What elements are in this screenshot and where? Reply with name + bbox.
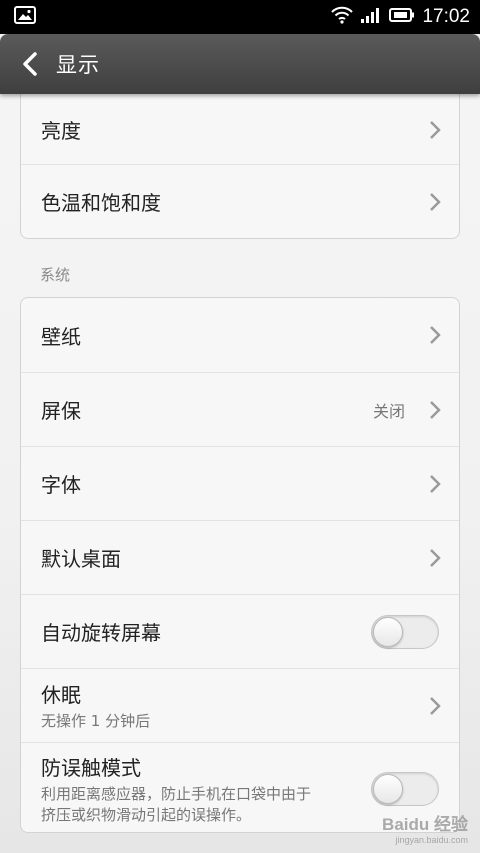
display-group: 亮度 色温和饱和度 <box>20 84 460 239</box>
color-temperature-item[interactable]: 色温和饱和度 <box>21 164 459 238</box>
chevron-right-icon <box>430 474 441 493</box>
status-time: 17:02 <box>422 6 470 27</box>
wifi-icon <box>331 6 354 28</box>
page-title: 显示 <box>56 53 100 77</box>
signal-icon <box>360 6 382 28</box>
brightness-item[interactable]: 亮度 <box>21 85 459 164</box>
pocket-mode-toggle[interactable] <box>371 771 439 806</box>
color-temperature-label: 色温和饱和度 <box>41 191 161 215</box>
back-arrow-icon <box>23 52 37 76</box>
sleep-summary: 无操作 1 分钟后 <box>41 712 151 730</box>
battery-icon <box>389 6 415 28</box>
chevron-right-icon <box>430 696 441 715</box>
brightness-label: 亮度 <box>41 119 81 143</box>
chevron-right-icon <box>430 326 441 344</box>
chevron-right-icon <box>430 192 441 211</box>
font-label: 字体 <box>41 473 81 497</box>
auto-rotate-label: 自动旋转屏幕 <box>41 621 161 645</box>
font-item[interactable]: 字体 <box>21 446 459 520</box>
watermark-url: jingyan.baidu.com <box>395 835 468 845</box>
pocket-mode-desc-line2: 挤压或织物滑动引起的误操作。 <box>41 805 252 824</box>
status-bar: 17:02 <box>0 0 480 34</box>
system-group: 壁纸 屏保 关闭 字体 默认桌面 自动旋转屏幕 休眠 无操作 1 分钟后 防误触… <box>20 297 460 833</box>
toggle-knob <box>373 773 403 804</box>
pocket-mode-desc-line1: 利用距离感应器，防止手机在口袋中由于 <box>41 784 312 803</box>
auto-rotate-toggle[interactable] <box>371 614 439 649</box>
sleep-item[interactable]: 休眠 无操作 1 分钟后 <box>21 668 459 742</box>
wallpaper-label: 壁纸 <box>41 324 81 349</box>
chevron-right-icon <box>430 120 441 139</box>
section-header-system: 系统 <box>40 266 71 284</box>
title-bar: 显示 <box>0 34 480 94</box>
sleep-label: 休眠 <box>41 683 81 707</box>
back-button[interactable] <box>16 50 44 78</box>
chevron-right-icon <box>430 548 441 567</box>
toggle-knob <box>373 616 403 647</box>
wallpaper-item[interactable]: 壁纸 <box>21 298 459 372</box>
default-launcher-label: 默认桌面 <box>41 547 121 571</box>
screensaver-value: 关闭 <box>372 401 405 421</box>
screensaver-item[interactable]: 屏保 关闭 <box>21 372 459 446</box>
default-launcher-item[interactable]: 默认桌面 <box>21 520 459 594</box>
gallery-notification-icon <box>14 6 36 28</box>
watermark-brand: Baidu 经验 <box>382 815 468 834</box>
chevron-right-icon <box>430 400 441 419</box>
pocket-mode-label: 防误触模式 <box>41 755 141 780</box>
baidu-watermark: Baidu 经验 jingyan.baidu.com <box>382 810 468 845</box>
screensaver-label: 屏保 <box>41 399 81 423</box>
auto-rotate-item: 自动旋转屏幕 <box>21 594 459 668</box>
